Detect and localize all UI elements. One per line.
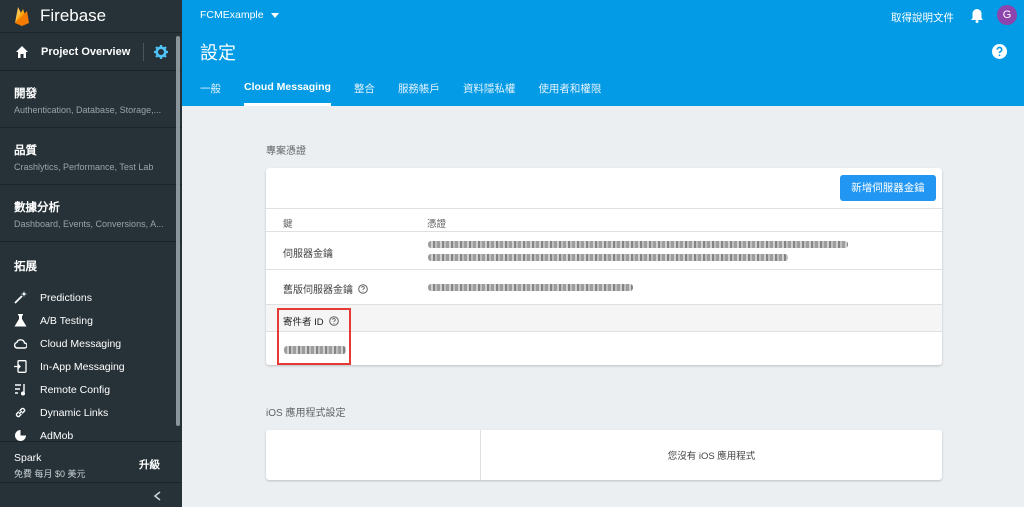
bell-icon[interactable]	[970, 8, 984, 23]
column-header-token: 憑證	[427, 219, 447, 230]
credentials-card: 新增伺服器金鑰 鍵 憑證 伺服器金鑰 舊版伺服器金鑰 寄件者 ID	[266, 168, 942, 365]
sidebar-section-quality[interactable]: 品質 Crashlytics, Performance, Test Lab	[0, 128, 182, 185]
section-title: 開發	[14, 88, 37, 100]
gear-icon[interactable]	[154, 45, 168, 59]
flask-icon	[14, 314, 27, 327]
project-selector[interactable]: FCMExample	[200, 9, 279, 21]
project-overview-label: Project Overview	[41, 45, 131, 58]
sidebar-section-grow: 拓展	[14, 261, 37, 273]
sidebar-item-label: A/B Testing	[40, 314, 93, 327]
wand-icon	[14, 291, 27, 304]
redacted-server-key-line2	[428, 254, 788, 261]
home-icon	[16, 45, 28, 58]
caret-down-icon	[270, 12, 279, 18]
credentials-section-title: 專案憑證	[266, 146, 306, 157]
tab-integrations[interactable]: 整合	[354, 81, 375, 106]
server-key-label: 伺服器金鑰	[283, 249, 333, 260]
sidebar-section-develop[interactable]: 開發 Authentication, Database, Storage,...	[0, 71, 182, 128]
link-icon	[15, 407, 26, 418]
project-name: FCMExample	[200, 9, 264, 21]
chevron-left-icon	[153, 491, 161, 501]
remote-config-icon	[15, 384, 25, 396]
brand-name: Firebase	[40, 6, 107, 25]
sidebar-item-ab-testing[interactable]: A/B Testing	[0, 309, 182, 332]
cloud-messaging-icon	[14, 339, 27, 349]
table-row-legacy-key: 舊版伺服器金鑰	[266, 270, 942, 305]
section-subtitle: Crashlytics, Performance, Test Lab	[14, 162, 154, 172]
sidebar-item-label: Remote Config	[40, 383, 111, 396]
firebase-logo-icon	[15, 7, 29, 26]
upgrade-button[interactable]: 升級	[139, 457, 160, 472]
sidebar-item-label: AdMob	[40, 429, 74, 442]
project-overview-item[interactable]: Project Overview	[0, 33, 182, 71]
sidebar-scrollbar[interactable]	[176, 36, 180, 426]
header: FCMExample 取得說明文件 G 設定 一般 Cloud Messagin…	[182, 0, 1024, 106]
sidebar: Firebase Project Overview 開發 Authenticat…	[0, 0, 182, 507]
sidebar-item-in-app-messaging[interactable]: In-App Messaging	[0, 355, 182, 378]
plan-panel: Spark 免費 每月 $0 美元 升級	[0, 441, 182, 481]
add-server-key-button[interactable]: 新增伺服器金鑰	[840, 175, 936, 201]
sidebar-item-label: Predictions	[40, 291, 92, 304]
section-subtitle: Authentication, Database, Storage,...	[14, 105, 162, 115]
brand-bar[interactable]: Firebase	[0, 0, 182, 33]
section-title: 品質	[14, 145, 37, 157]
help-icon[interactable]	[992, 44, 1007, 59]
collapse-sidebar-button[interactable]	[0, 482, 182, 507]
sidebar-item-predictions[interactable]: Predictions	[0, 286, 182, 309]
sender-id-header: 寄件者 ID	[266, 305, 942, 332]
sidebar-item-label: Cloud Messaging	[40, 337, 122, 350]
tab-general[interactable]: 一般	[200, 81, 221, 106]
ios-card: 您沒有 iOS 應用程式	[266, 430, 942, 480]
tab-cloud-messaging[interactable]: Cloud Messaging	[244, 81, 331, 106]
sidebar-item-remote-config[interactable]: Remote Config	[0, 378, 182, 401]
in-app-messaging-icon	[14, 360, 27, 373]
sidebar-item-label: Dynamic Links	[40, 406, 109, 419]
docs-link[interactable]: 取得說明文件	[891, 10, 954, 25]
legacy-key-label-wrap: 舊版伺服器金鑰	[283, 281, 368, 296]
table-header: 鍵 憑證	[266, 208, 942, 232]
section-title: 數據分析	[14, 202, 60, 214]
column-header-key: 鍵	[283, 219, 293, 230]
help-circle-icon[interactable]	[358, 283, 368, 294]
tab-bar: 一般 Cloud Messaging 整合 服務帳戶 資料隱私權 使用者和權限	[200, 81, 624, 106]
table-row-server-key: 伺服器金鑰	[266, 232, 942, 270]
sidebar-item-cloud-messaging[interactable]: Cloud Messaging	[0, 332, 182, 355]
ios-empty-message: 您沒有 iOS 應用程式	[667, 451, 756, 462]
page-title: 設定	[200, 43, 236, 63]
tab-users-permissions[interactable]: 使用者和權限	[538, 81, 601, 106]
tab-service-accounts[interactable]: 服務帳戶	[398, 81, 440, 106]
redacted-legacy-key	[428, 284, 633, 291]
legacy-key-label: 舊版伺服器金鑰	[283, 285, 353, 296]
sender-id-highlight-box	[277, 308, 351, 365]
sidebar-item-dynamic-links[interactable]: Dynamic Links	[0, 401, 182, 424]
sidebar-item-label: In-App Messaging	[40, 360, 125, 373]
section-subtitle: Dashboard, Events, Conversions, A...	[14, 219, 164, 229]
sidebar-section-analytics[interactable]: 數據分析 Dashboard, Events, Conversions, A..…	[0, 185, 182, 242]
avatar[interactable]: G	[997, 5, 1017, 25]
tab-data-privacy[interactable]: 資料隱私權	[463, 81, 516, 106]
divider	[143, 43, 144, 61]
redacted-server-key-line1	[428, 241, 848, 248]
ios-section-title: iOS 應用程式設定	[266, 408, 346, 419]
